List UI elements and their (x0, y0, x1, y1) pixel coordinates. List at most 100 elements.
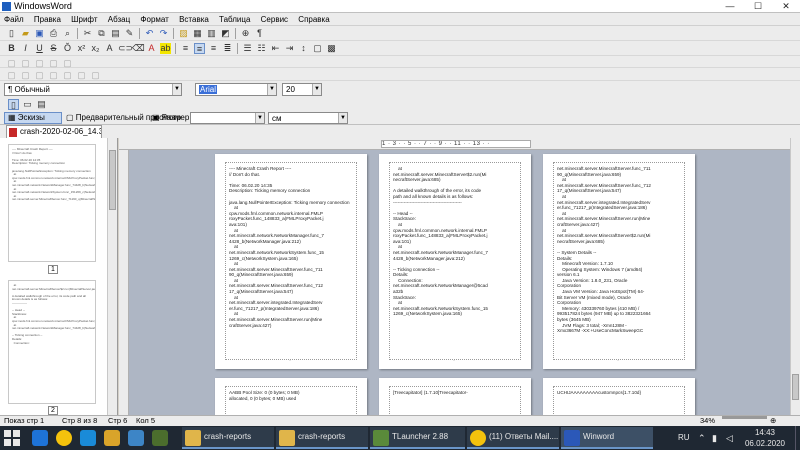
page-1[interactable]: ---- Minecraft Crash Report ---- // Don'… (215, 154, 367, 369)
chevron-down-icon[interactable]: ▼ (312, 84, 321, 95)
menu-paragraph[interactable]: Абзац (104, 13, 134, 26)
chevron-down-icon[interactable]: ▼ (172, 84, 181, 95)
outline-view-icon[interactable]: ▤ (36, 99, 47, 110)
shape-icon[interactable]: ▢ (34, 70, 45, 81)
shading-icon[interactable]: ▩ (326, 43, 337, 54)
drawing-icon[interactable]: ◩ (220, 28, 231, 39)
page-4-text[interactable]: AABB Pool Size: 0 (0 bytes; 0 MB) alloca… (225, 386, 357, 415)
media-player-icon[interactable] (80, 430, 96, 446)
menu-font[interactable]: Шрифт (67, 13, 101, 26)
menu-edit[interactable]: Правка (30, 13, 65, 26)
font-shrink-icon[interactable]: A (104, 43, 115, 54)
menu-table[interactable]: Таблица (215, 13, 254, 26)
zoom-slider[interactable] (722, 416, 767, 419)
paste-icon[interactable]: ▤ (110, 28, 121, 39)
insert-image-icon[interactable]: ▨ (178, 28, 189, 39)
maximize-button[interactable]: ☐ (744, 0, 772, 13)
explorer-icon[interactable] (104, 430, 120, 446)
shape-icon[interactable]: ▢ (48, 70, 59, 81)
align-left-icon[interactable]: ≡ (180, 43, 191, 54)
save-icon[interactable]: ▣ (34, 28, 45, 39)
menu-file[interactable]: Файл (0, 13, 28, 26)
font-size-select[interactable]: 20 ▼ (282, 83, 322, 96)
chrome-icon[interactable] (56, 430, 72, 446)
page-6-text[interactable]: UCHIJAAAAAAAAAcustomnpcs{1.7.10d} (553, 386, 685, 415)
ie-icon[interactable] (32, 430, 48, 446)
page-6[interactable]: UCHIJAAAAAAAAAcustomnpcs{1.7.10d} (543, 378, 695, 415)
redo-icon[interactable]: ↷ (158, 28, 169, 39)
insert-table-icon[interactable]: ▦ (192, 28, 203, 39)
new-document-icon[interactable]: ▯ (6, 28, 17, 39)
format-painter-icon[interactable]: ✎ (124, 28, 135, 39)
strikethrough-icon[interactable]: S (48, 43, 59, 54)
undo-icon[interactable]: ↶ (144, 28, 155, 39)
shape-icon[interactable]: ▢ (62, 70, 73, 81)
document-tab[interactable]: crash-2020-02-06_14.35.... (6, 125, 102, 138)
taskbar-item-mail[interactable]: (11) Ответы Mail.... (467, 427, 559, 449)
minimize-button[interactable]: — (716, 0, 744, 13)
page-4[interactable]: AABB Pool Size: 0 (0 bytes; 0 MB) alloca… (215, 378, 367, 415)
page-3-text[interactable]: net.minecraft.server.MinecraftServer.fun… (553, 162, 685, 360)
menu-help[interactable]: Справка (294, 13, 333, 26)
minecraft-icon[interactable] (152, 430, 168, 446)
menu-insert[interactable]: Вставка (175, 13, 213, 26)
tray-chevron-icon[interactable]: ⌃ (698, 426, 706, 450)
document-scrollbar[interactable] (790, 138, 800, 415)
clear-format-icon[interactable]: ⌫ (132, 43, 145, 54)
align-center-icon[interactable]: ≡ (194, 43, 205, 54)
page-thumbnail-1[interactable]: ---- Minecraft Crash Report ---- // Don'… (8, 144, 96, 262)
copy-icon[interactable]: ⧉ (96, 28, 107, 39)
columns-icon[interactable]: ▥ (206, 28, 217, 39)
chevron-down-icon[interactable]: ▼ (267, 84, 276, 95)
windows-start-icon[interactable] (4, 430, 20, 446)
paragraph-marks-icon[interactable]: ¶ (254, 28, 265, 39)
taskbar-item-winword[interactable]: Winword (561, 427, 653, 449)
underline-icon[interactable]: U (34, 43, 45, 54)
chevron-down-icon[interactable]: ▼ (255, 113, 264, 123)
menu-format[interactable]: Формат (136, 13, 172, 26)
font-select[interactable]: Arial ▼ (195, 83, 277, 96)
page-2-text[interactable]: at net.minecraft.server.MinecraftServer$… (389, 162, 521, 360)
cut-icon[interactable]: ✂ (82, 28, 93, 39)
thumbnail-scrollbar[interactable] (107, 138, 117, 415)
horizontal-ruler[interactable]: 1 · 3 · · 5 · · 7 · · 9 · · 11 · · 13 · … (119, 138, 790, 150)
page-3[interactable]: net.minecraft.server.MinecraftServer.fun… (543, 154, 695, 369)
volume-icon[interactable]: ◁ (726, 426, 733, 450)
taskbar-item-crash-reports-2[interactable]: crash-reports (276, 427, 368, 449)
scroll-thumb[interactable] (792, 374, 799, 400)
show-desktop-button[interactable] (795, 426, 800, 450)
increase-indent-icon[interactable]: ⇥ (284, 43, 295, 54)
page-1-text[interactable]: ---- Minecraft Crash Report ---- // Don'… (225, 162, 357, 360)
bold-icon[interactable]: B (6, 43, 17, 54)
shape-icon[interactable]: ▢ (76, 70, 87, 81)
menu-service[interactable]: Сервис (257, 13, 292, 26)
font-color-icon[interactable]: A (146, 43, 157, 54)
print-preview-icon[interactable]: ⌕ (62, 28, 73, 39)
numbering-icon[interactable]: ☷ (256, 43, 267, 54)
taskbar-item-crash-reports-1[interactable]: crash-reports (182, 427, 274, 449)
subscript-icon[interactable]: x₂ (90, 43, 101, 54)
generic-app-icon[interactable] (128, 430, 144, 446)
page-thumbnail-2[interactable]: at net.minecraft.server.MinecraftServer$… (8, 280, 96, 404)
taskbar-item-tlauncher[interactable]: TLauncher 2.88 (370, 427, 465, 449)
size-select[interactable]: ▼ (190, 112, 265, 124)
sketches-button[interactable]: ▦ Эскизы (4, 112, 62, 124)
print-icon[interactable]: ⎙ (48, 28, 59, 39)
decrease-indent-icon[interactable]: ⇤ (270, 43, 281, 54)
network-icon[interactable]: ▮ (712, 426, 717, 450)
print-layout-icon[interactable]: ▯ (8, 99, 19, 110)
unit-select[interactable]: см ▼ (268, 112, 348, 124)
shape-icon[interactable]: ▢ (90, 70, 101, 81)
outline-icon[interactable]: Ŏ (62, 43, 73, 54)
chevron-down-icon[interactable]: ▼ (338, 113, 347, 123)
superscript-icon[interactable]: x² (76, 43, 87, 54)
open-folder-icon[interactable]: ▰ (20, 28, 31, 39)
shape-icon[interactable]: ▢ (20, 70, 31, 81)
page-2[interactable]: at net.minecraft.server.MinecraftServer$… (379, 154, 531, 369)
shape-icon[interactable]: ▢ (6, 70, 17, 81)
page-5[interactable]: [Treecapitator] (1.7.10]Treecapitator- (379, 378, 531, 415)
zoom-icon[interactable]: ⊕ (240, 28, 251, 39)
language-indicator[interactable]: RU (678, 426, 690, 450)
zoom-in-icon[interactable]: ⊕ (770, 416, 776, 426)
justify-icon[interactable]: ≣ (222, 43, 233, 54)
